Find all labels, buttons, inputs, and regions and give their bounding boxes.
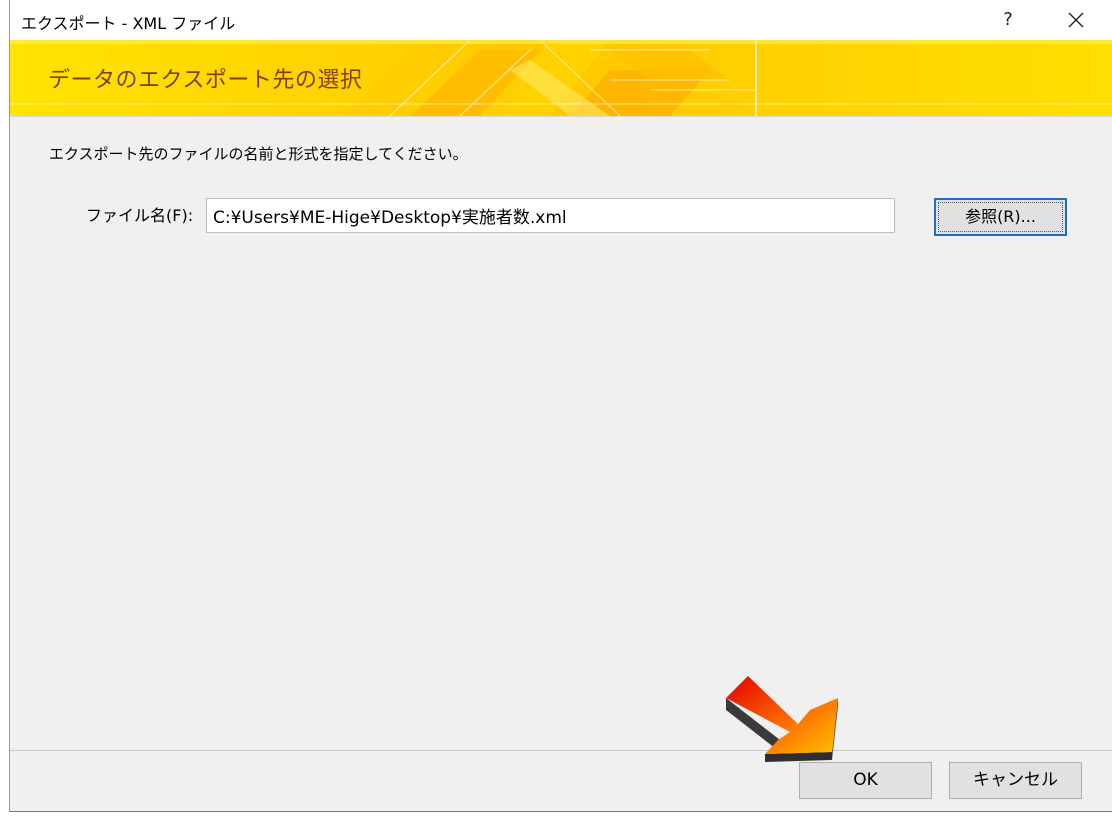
title-bar: エクスポート - XML ファイル ? xyxy=(10,0,1112,40)
help-button[interactable]: ? xyxy=(985,2,1031,38)
window-title: エクスポート - XML ファイル xyxy=(21,14,236,33)
banner-title: データのエクスポート先の選択 xyxy=(48,68,363,93)
close-button[interactable] xyxy=(1053,2,1099,38)
export-dialog: エクスポート - XML ファイル ? データのエクスポート先の選択 エクスポー… xyxy=(9,0,1112,812)
cancel-button[interactable]: キャンセル xyxy=(949,762,1082,799)
ok-button-label: OK xyxy=(853,770,878,790)
header-banner: データのエクスポート先の選択 xyxy=(10,40,1112,117)
file-name-input[interactable] xyxy=(206,198,895,233)
footer-separator xyxy=(10,750,1112,751)
close-icon xyxy=(1068,12,1084,28)
ok-button[interactable]: OK xyxy=(799,762,932,799)
focus-rectangle xyxy=(938,202,1063,232)
file-name-label: ファイル名(F): xyxy=(86,206,194,225)
instruction-text: エクスポート先のファイルの名前と形式を指定してください。 xyxy=(49,145,468,163)
cancel-button-label: キャンセル xyxy=(973,770,1058,790)
arrow-pointer-icon xyxy=(726,676,838,762)
browse-button[interactable]: 参照(R)... xyxy=(934,198,1067,236)
